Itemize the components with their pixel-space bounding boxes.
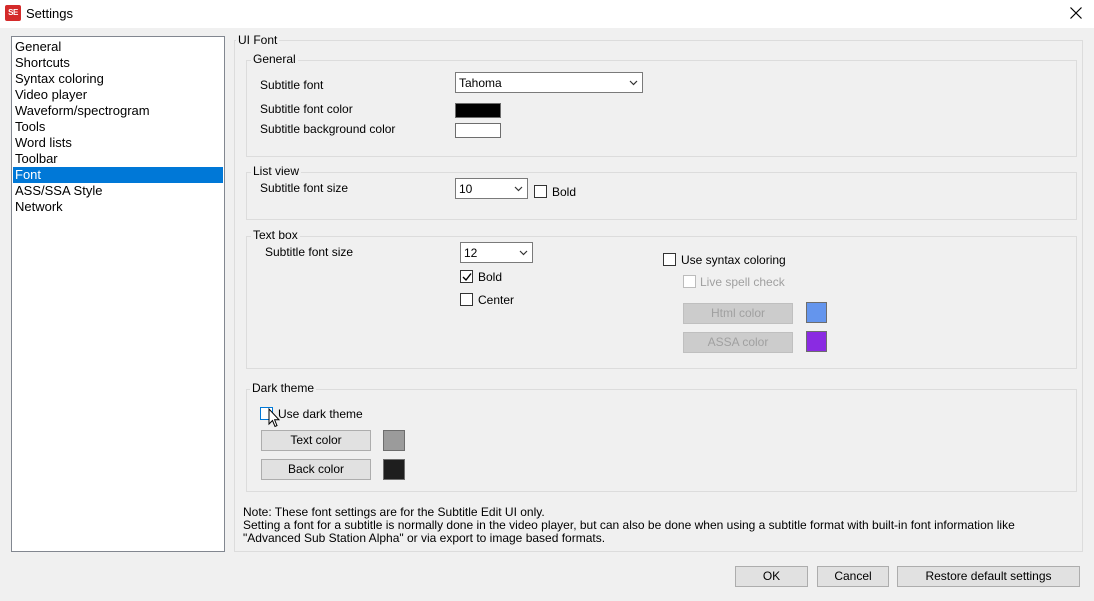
- text-box-center-checkbox[interactable]: [460, 293, 473, 306]
- nav-item-video-player[interactable]: Video player: [13, 87, 223, 103]
- subtitle-font-dropdown[interactable]: Tahoma: [455, 72, 643, 93]
- nav-item-network[interactable]: Network: [13, 199, 223, 215]
- use-syntax-coloring-checkbox[interactable]: [663, 253, 676, 266]
- list-view-bold-label: Bold: [552, 185, 577, 199]
- checkmark-icon: [462, 273, 472, 282]
- text-box-group-title: Text box: [251, 228, 300, 242]
- close-button[interactable]: [1058, 0, 1094, 27]
- text-box-font-size-dropdown[interactable]: 12: [460, 242, 533, 263]
- subtitle-bg-color-swatch[interactable]: [455, 123, 501, 138]
- text-color-button[interactable]: Text color: [261, 430, 371, 451]
- back-color-swatch[interactable]: [383, 459, 405, 480]
- text-box-bold-checkbox[interactable]: [460, 270, 473, 283]
- chevron-down-icon: [514, 186, 523, 192]
- nav-item-tools[interactable]: Tools: [13, 119, 223, 135]
- live-spell-check-checkbox[interactable]: [683, 275, 696, 288]
- assa-color-swatch[interactable]: [806, 331, 827, 352]
- assa-color-button[interactable]: ASSA color: [683, 332, 793, 353]
- close-icon: [1070, 7, 1082, 19]
- ui-font-group-title: UI Font: [236, 33, 280, 47]
- app-logo-icon: SE: [5, 5, 21, 21]
- nav-item-toolbar[interactable]: Toolbar: [13, 151, 223, 167]
- nav-item-shortcuts[interactable]: Shortcuts: [13, 55, 223, 71]
- chevron-down-icon: [519, 250, 528, 256]
- note-line-3: "Advanced Sub Station Alpha" or via expo…: [243, 531, 606, 545]
- nav-item-word-lists[interactable]: Word lists: [13, 135, 223, 151]
- list-view-group: [246, 172, 1077, 220]
- nav-item-ass-ssa-style[interactable]: ASS/SSA Style: [13, 183, 223, 199]
- text-color-swatch[interactable]: [383, 430, 405, 451]
- nav-item-general[interactable]: General: [13, 39, 223, 55]
- list-view-bold-checkbox[interactable]: [534, 185, 547, 198]
- subtitle-font-value: Tahoma: [459, 76, 502, 90]
- subtitle-font-label: Subtitle font: [260, 78, 324, 92]
- html-color-swatch[interactable]: [806, 302, 827, 323]
- general-group: [246, 60, 1077, 157]
- list-view-font-size-value: 10: [459, 182, 473, 196]
- text-box-group: [246, 236, 1077, 369]
- nav-item-syntax-coloring[interactable]: Syntax coloring: [13, 71, 223, 87]
- general-group-title: General: [251, 52, 298, 66]
- mouse-pointer-icon: [268, 408, 280, 428]
- text-box-bold-label: Bold: [478, 270, 503, 284]
- window-title: Settings: [26, 6, 73, 21]
- html-color-button[interactable]: Html color: [683, 303, 793, 324]
- list-view-group-title: List view: [251, 164, 302, 178]
- text-box-font-size-value: 12: [464, 246, 478, 260]
- chevron-down-icon: [629, 80, 638, 86]
- subtitle-font-color-swatch[interactable]: [455, 103, 501, 118]
- subtitle-bg-color-label: Subtitle background color: [260, 122, 396, 136]
- restore-default-settings-button[interactable]: Restore default settings: [897, 566, 1080, 587]
- live-spell-check-label: Live spell check: [700, 275, 785, 289]
- use-syntax-coloring-label: Use syntax coloring: [681, 253, 786, 267]
- cancel-button[interactable]: Cancel: [817, 566, 889, 587]
- nav-item-waveform[interactable]: Waveform/spectrogram: [13, 103, 223, 119]
- list-view-font-size-label: Subtitle font size: [260, 181, 349, 195]
- use-dark-theme-label: Use dark theme: [278, 407, 363, 421]
- ok-button[interactable]: OK: [735, 566, 808, 587]
- list-view-font-size-dropdown[interactable]: 10: [455, 178, 528, 199]
- text-box-font-size-label: Subtitle font size: [265, 245, 354, 259]
- subtitle-font-color-label: Subtitle font color: [260, 102, 353, 116]
- nav-item-font[interactable]: Font: [13, 167, 223, 183]
- back-color-button[interactable]: Back color: [261, 459, 371, 480]
- settings-section-list[interactable]: General Shortcuts Syntax coloring Video …: [11, 36, 225, 552]
- font-settings-note: Note: These font settings are for the Su…: [243, 506, 1083, 545]
- title-bar: SE Settings: [0, 0, 1094, 27]
- text-box-center-label: Center: [478, 293, 515, 307]
- dark-theme-group-title: Dark theme: [250, 381, 317, 395]
